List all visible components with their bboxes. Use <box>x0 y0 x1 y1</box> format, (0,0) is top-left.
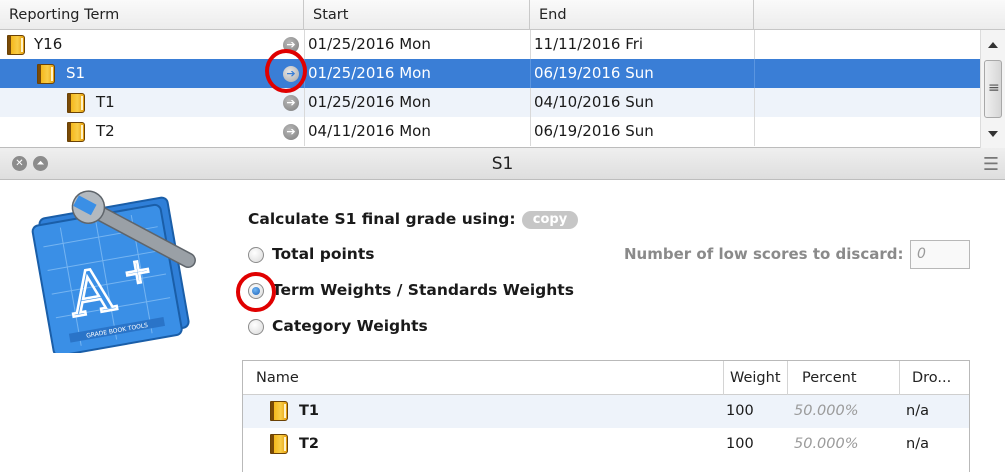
weight-row-t1[interactable]: T1 100 50.000% n/a <box>243 395 969 428</box>
column-header-weight[interactable]: Weight <box>723 361 787 395</box>
radio-category-weights[interactable] <box>248 319 264 335</box>
column-header-name[interactable]: Name <box>243 361 723 395</box>
column-header-end[interactable]: End <box>530 0 754 30</box>
term-row-t2[interactable]: T2 ➔ 04/11/2016 Mon 06/19/2016 Sun <box>0 117 980 146</box>
divider <box>304 117 305 146</box>
term-name: T1 <box>96 93 115 111</box>
folder-book-icon <box>270 434 288 454</box>
scroll-down-arrow-icon[interactable] <box>988 131 998 137</box>
term-row-s1[interactable]: S1 ➔ 01/25/2016 Mon 06/19/2016 Sun <box>0 59 980 88</box>
term-name: T2 <box>96 122 115 140</box>
term-row-y16[interactable]: Y16 ➔ 01/25/2016 Mon 11/11/2016 Fri <box>0 30 980 59</box>
term-name: Y16 <box>34 35 63 53</box>
weights-table-header: Name Weight Percent Dro... <box>243 361 969 395</box>
term-name-cell: T2 <box>0 117 304 146</box>
divider <box>304 88 305 117</box>
divider <box>754 30 755 59</box>
scroll-thumb[interactable] <box>984 60 1002 118</box>
folder-book-icon <box>270 401 288 421</box>
panel-title: S1 <box>491 154 514 174</box>
menu-icon[interactable]: ☰ <box>983 154 999 175</box>
weight-name: T1 <box>299 403 319 419</box>
terms-table-header: Reporting Term Start End <box>0 0 1005 30</box>
column-header-reporting-term[interactable]: Reporting Term <box>0 0 304 30</box>
divider <box>304 30 305 59</box>
divider <box>754 117 755 146</box>
divider <box>754 59 755 88</box>
option-term-weights-label[interactable]: Term Weights / Standards Weights <box>272 281 574 299</box>
panel-header: ✕ ⏶ S1 ☰ <box>0 148 1005 180</box>
term-name: S1 <box>66 64 86 82</box>
column-header-start[interactable]: Start <box>304 0 530 30</box>
option-category-weights-label[interactable]: Category Weights <box>272 317 428 335</box>
vertical-scrollbar[interactable] <box>980 30 1005 148</box>
go-arrow-icon[interactable]: ➔ <box>283 124 299 140</box>
option-total-points-label[interactable]: Total points <box>272 245 374 263</box>
term-start: 01/25/2016 Mon <box>308 35 431 53</box>
calc-label: Calculate S1 final grade using: <box>248 210 516 228</box>
weight-percent: 50.000% <box>794 403 859 419</box>
divider <box>754 88 755 117</box>
column-header-empty <box>754 0 980 30</box>
term-end: 11/11/2016 Fri <box>534 35 644 53</box>
divider <box>530 117 531 146</box>
reporting-terms-table: Reporting Term Start End Y16 ➔ 01/25/201… <box>0 0 1005 148</box>
term-end: 06/19/2016 Sun <box>534 64 654 82</box>
weight-name: T2 <box>299 436 319 452</box>
column-header-percent[interactable]: Percent <box>787 361 899 395</box>
weight-row-t2[interactable]: T2 100 50.000% n/a <box>243 428 969 461</box>
radio-total-points[interactable] <box>248 247 264 263</box>
term-start: 01/25/2016 Mon <box>308 93 431 111</box>
divider <box>530 30 531 59</box>
weight-value[interactable]: 100 <box>726 428 754 461</box>
discard-label: Number of low scores to discard: <box>624 245 904 263</box>
term-name-cell: T1 <box>0 88 304 117</box>
term-start: 01/25/2016 Mon <box>308 64 431 82</box>
term-end: 06/19/2016 Sun <box>534 122 654 140</box>
term-name-cell: S1 <box>0 59 304 88</box>
term-end: 04/10/2016 Sun <box>534 93 654 111</box>
term-name-cell: Y16 <box>0 30 304 59</box>
term-row-t1[interactable]: T1 ➔ 01/25/2016 Mon 04/10/2016 Sun <box>0 88 980 117</box>
weights-table: Name Weight Percent Dro... T1 100 50.000… <box>242 360 970 472</box>
scroll-up-arrow-icon[interactable] <box>988 42 998 48</box>
discard-count-input[interactable]: 0 <box>910 240 970 269</box>
highlight-ring-arrow <box>265 49 307 93</box>
copy-button[interactable]: copy <box>522 211 578 229</box>
weight-percent: 50.000% <box>794 436 859 452</box>
divider <box>530 59 531 88</box>
weight-drop: n/a <box>906 436 929 452</box>
column-header-drop[interactable]: Dro... <box>899 361 969 395</box>
weight-value[interactable]: 100 <box>726 395 754 428</box>
divider <box>530 88 531 117</box>
gradebook-logo-icon: A + GRADE BOOK TOOLS <box>31 190 196 353</box>
term-start: 04/11/2016 Mon <box>308 122 431 140</box>
go-arrow-icon[interactable]: ➔ <box>283 95 299 111</box>
highlight-ring-radio <box>236 272 276 312</box>
weight-drop: n/a <box>906 403 929 419</box>
